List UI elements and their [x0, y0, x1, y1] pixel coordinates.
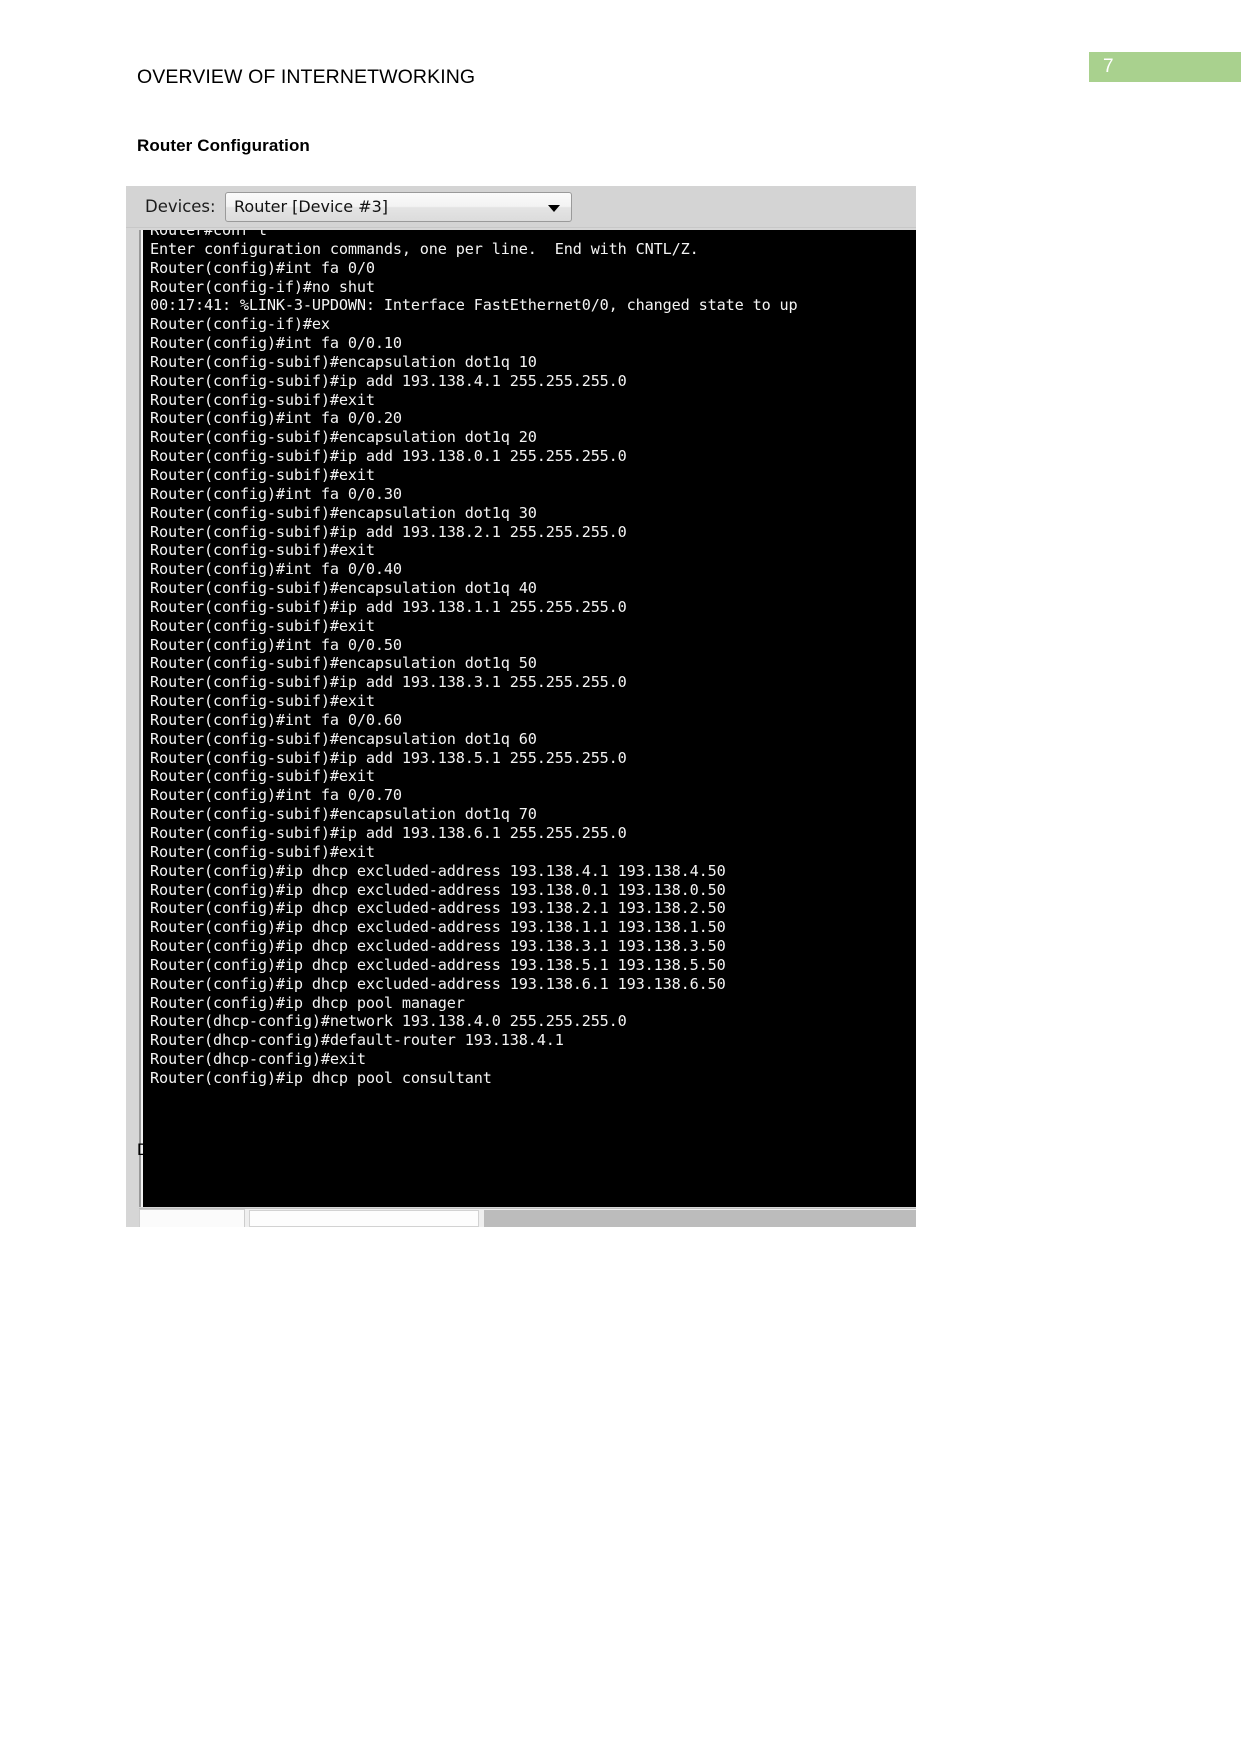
terminal-line: 00:17:41: %LINK-3-UPDOWN: Interface Fast… [150, 296, 798, 315]
terminal-line: Router(config-subif)#ip add 193.138.3.1 … [150, 673, 627, 692]
terminal-line: Router(config-subif)#exit [150, 767, 375, 786]
terminal-line: Router(config-subif)#exit [150, 541, 375, 560]
devices-label: Devices: [145, 197, 216, 216]
terminal-line: Router(config-if)#ex [150, 315, 330, 334]
terminal-line: Router(config-subif)#ip add 193.138.6.1 … [150, 824, 627, 842]
terminal-line: Router(config-subif)#exit [150, 692, 375, 711]
screenshot-bottom-margin [126, 1227, 916, 1251]
terminal-line: Router(config-subif)#ip add 193.138.1.1 … [150, 597, 627, 616]
terminal-line: Router(config-if)#no shut [150, 277, 375, 296]
terminal-line: Router(config-subif)#encapsulation dot1q… [150, 579, 537, 598]
terminal-line: Router(config)#int fa 0/0.70 [150, 786, 402, 805]
terminal-line: Router(config)#ip dhcp excluded-address … [150, 955, 726, 974]
terminal-line: Router(dhcp-config)#exit [150, 1050, 366, 1069]
terminal-line: Enter configuration commands, one per li… [150, 239, 699, 258]
terminal-line: Router(config-subif)#exit [150, 616, 375, 635]
terminal-line: Router(config)#int fa 0/0.50 [150, 635, 402, 654]
terminal-line: Router(config)#ip dhcp excluded-address … [150, 861, 726, 880]
scrollbar-thumb[interactable] [249, 1210, 479, 1227]
terminal-line: Router(config-subif)#ip add 193.138.2.1 … [150, 522, 627, 541]
device-select-dropdown[interactable]: Router [Device #3] [225, 192, 572, 222]
terminal-line: Router(config-subif)#encapsulation dot1q… [150, 352, 537, 371]
terminal-line: Router(config)#ip dhcp excluded-address … [150, 899, 726, 918]
scrollbar-track-remainder[interactable] [484, 1210, 916, 1227]
terminal-line: Router(config-subif)#ip add 193.138.4.1 … [150, 371, 627, 390]
terminal-line: Router(config)#ip dhcp excluded-address … [150, 974, 726, 993]
terminal-line: Router(config-subif)#encapsulation dot1q… [150, 729, 537, 748]
page-number-badge: 7 [1089, 52, 1241, 82]
terminal-line: Router(config-subif)#encapsulation dot1q… [150, 503, 537, 522]
terminal-line: Router(config)#ip dhcp excluded-address … [150, 880, 726, 899]
terminal-line: Router(config)#int fa 0/0.10 [150, 334, 402, 353]
terminal-line: Router(config-subif)#exit [150, 842, 375, 861]
terminal-frame: Router#conf t Enter configuration command… [139, 230, 916, 1207]
terminal-line: Router(config-subif)#exit [150, 465, 375, 484]
terminal-line: Router(config)#int fa 0/0 [150, 258, 375, 277]
terminal-line: Router(config-subif)#exit [150, 390, 375, 409]
terminal-line: Router(config)#int fa 0/0.40 [150, 560, 402, 579]
terminal-line: Router(config)#ip dhcp pool consultant [150, 1068, 492, 1087]
scrollbar-corner [139, 1209, 245, 1228]
terminal-line: Router(config-subif)#ip add 193.138.5.1 … [150, 748, 627, 767]
terminal-line: Router(config-subif)#encapsulation dot1q… [150, 654, 537, 673]
document-running-header: OVERVIEW OF INTERNETWORKING [137, 66, 476, 88]
terminal-line: Router(config-subif)#encapsulation dot1q… [150, 428, 537, 447]
terminal-line: Router(config)#int fa 0/0.20 [150, 409, 402, 428]
screenshot-toolbar: Devices: Router [Device #3] [126, 186, 916, 228]
terminal-line: Router(config)#int fa 0/0.60 [150, 710, 402, 729]
horizontal-scrollbar[interactable] [139, 1208, 916, 1228]
terminal-output[interactable]: Router#conf t Enter configuration command… [143, 230, 916, 1207]
device-select-value: Router [Device #3] [234, 197, 388, 216]
terminal-line: Router(config)#ip dhcp excluded-address … [150, 918, 726, 937]
router-cli-screenshot: Devices: Router [Device #3] Router#conf … [126, 186, 916, 1251]
terminal-line: Router(config)#ip dhcp excluded-address … [150, 937, 726, 956]
terminal-line: Router(config)#ip dhcp pool manager [150, 993, 465, 1012]
chevron-down-icon [548, 205, 560, 212]
terminal-line-clipped: Router#conf t [150, 230, 267, 239]
terminal-line: Router(dhcp-config)#default-router 193.1… [150, 1031, 564, 1050]
terminal-line: Router(config-subif)#encapsulation dot1q… [150, 805, 537, 824]
terminal-line: Router(config)#int fa 0/0.30 [150, 484, 402, 503]
section-heading: Router Configuration [137, 136, 310, 155]
terminal-line: Router(dhcp-config)#network 193.138.4.0 … [150, 1012, 627, 1031]
terminal-line: Router(config-subif)#ip add 193.138.0.1 … [150, 447, 627, 466]
figure-caption: DHCP setup is set on the router with som… [137, 1140, 749, 1159]
